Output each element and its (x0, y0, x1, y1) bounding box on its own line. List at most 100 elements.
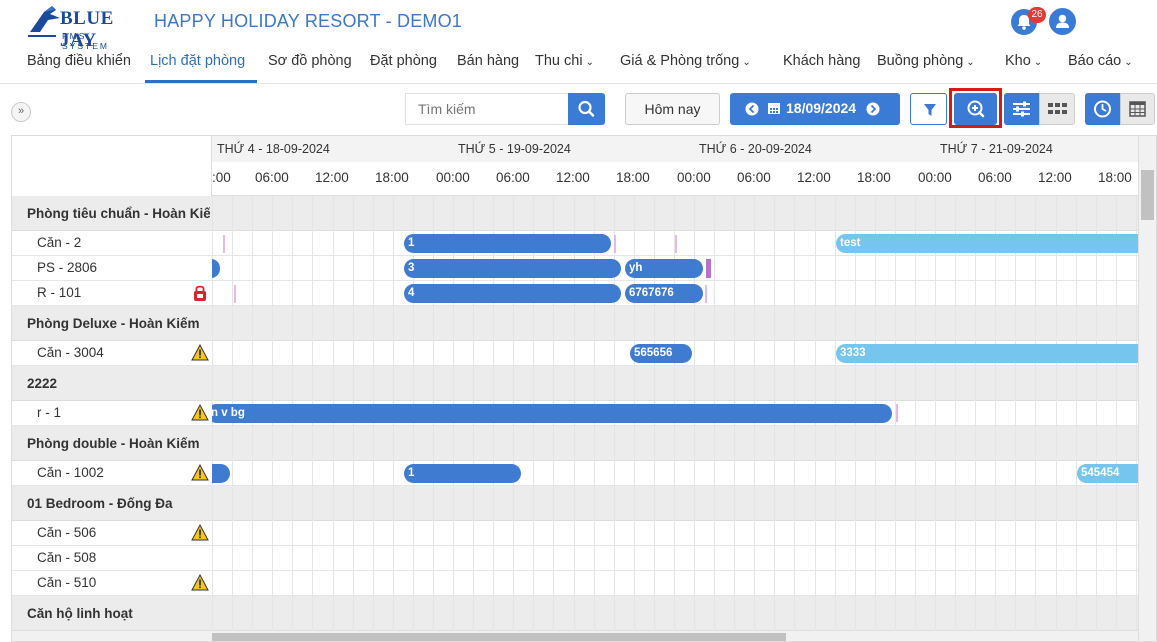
prev-date-icon[interactable] (745, 102, 759, 116)
hour-label: 18:00 (1098, 170, 1132, 185)
warning-icon (191, 524, 209, 541)
date-navigator: 18/09/2024 (730, 93, 900, 125)
room-type-label: Phòng double - Hoàn Kiếm (27, 436, 200, 451)
nav-inventory[interactable]: Kho ⌄ (1005, 53, 1042, 69)
event-marker (234, 285, 236, 303)
grid-line (1015, 196, 1016, 641)
chevron-down-icon: ⌄ (966, 57, 975, 68)
nav-reports[interactable]: Báo cáo ⌄ (1068, 53, 1133, 69)
user-icon (1056, 14, 1069, 28)
room-type-label: Căn hộ linh hoạt (27, 606, 133, 621)
timeline-view-button[interactable] (1085, 93, 1120, 125)
grid-line (975, 196, 976, 641)
day-header: THỨ 7 - 21-09-2024 (935, 136, 1138, 162)
room-label: Căn - 3004 (37, 345, 104, 360)
blue-jay-logo[interactable]: BLUE JAY PMS SYSTEM (26, 2, 131, 51)
room-label: r - 1 (37, 405, 62, 420)
room-label: R - 101 (37, 285, 82, 300)
booking-bar[interactable]: 1 (404, 234, 611, 253)
filter-button[interactable] (910, 93, 947, 125)
day-header: THỨ 4 - 18-09-2024 (212, 136, 453, 162)
today-button[interactable]: Hôm nay (625, 93, 720, 125)
booking-bar[interactable] (212, 259, 220, 278)
blocked-marker (706, 259, 711, 278)
filter-icon (924, 104, 936, 116)
calendar-view-button[interactable] (1120, 93, 1155, 125)
search-icon (578, 100, 595, 117)
hour-label: 12:00 (1038, 170, 1072, 185)
nav-sales[interactable]: Bán hàng (457, 53, 519, 69)
day-header: THỨ 5 - 19-09-2024 (453, 136, 694, 162)
current-date-label[interactable]: 18/09/2024 (786, 100, 856, 116)
zoom-in-button[interactable] (954, 93, 997, 125)
grid-line (915, 196, 916, 641)
booking-bar[interactable]: 1 (404, 464, 521, 483)
booking-bar[interactable]: 3333 (836, 344, 1138, 363)
hour-label: :00 (212, 170, 231, 185)
nav-income-expense[interactable]: Thu chi ⌄ (535, 53, 594, 69)
page-title: HAPPY HOLIDAY RESORT - DEMO1 (154, 11, 463, 31)
booking-bar[interactable]: 4 (404, 284, 621, 303)
calendar-icon (768, 103, 780, 114)
booking-bar[interactable] (212, 464, 230, 483)
hour-label: 12:00 (556, 170, 590, 185)
double-chevron-right-icon: » (17, 105, 25, 117)
next-date-icon[interactable] (866, 102, 880, 116)
lock-icon (194, 285, 206, 301)
booking-bar[interactable]: 565656 (630, 344, 692, 363)
event-marker (705, 285, 707, 303)
room-label: Căn - 506 (37, 525, 97, 540)
booking-calendar-grid: THỨ 4 - 18-09-2024 THỨ 5 - 19-09-2024 TH… (11, 135, 1157, 642)
grid-line (1056, 196, 1057, 641)
vertical-scrollbar[interactable] (1138, 136, 1156, 641)
grid-line (1136, 196, 1137, 641)
booking-bar[interactable]: 6767676 (625, 284, 703, 303)
nav-housekeeping[interactable]: Buồng phòng ⌄ (877, 53, 975, 69)
warning-icon (191, 574, 209, 591)
day-header: THỨ 6 - 20-09-2024 (694, 136, 935, 162)
hour-label: 06:00 (496, 170, 530, 185)
booking-bar[interactable]: 3 (404, 259, 621, 278)
grid-line (995, 196, 996, 641)
nav-booking[interactable]: Đặt phòng (370, 53, 437, 69)
display-settings-button[interactable] (1004, 93, 1039, 125)
booking-bar[interactable]: 545454 (1077, 464, 1138, 483)
hour-label: 00:00 (677, 170, 711, 185)
booking-bar[interactable]: yh (625, 259, 703, 278)
grid-line (1035, 196, 1036, 641)
main-nav: Bảng điều khiển Lịch đặt phòng Sơ đồ phò… (0, 44, 1157, 84)
hour-header-row: :00 06:00 12:00 18:00 00:00 06:00 12:00 … (212, 162, 1138, 196)
search-input[interactable] (405, 93, 569, 125)
event-marker (223, 235, 225, 253)
nav-rates-availability[interactable]: Giá & Phòng trống ⌄ (620, 53, 751, 69)
nav-booking-calendar[interactable]: Lịch đặt phòng (150, 53, 245, 69)
booking-bar[interactable]: test (836, 234, 1138, 253)
grid-view-button[interactable] (1039, 93, 1075, 125)
grid-line (1096, 196, 1097, 641)
active-tab-indicator (145, 80, 257, 83)
event-marker (675, 235, 677, 253)
grid-icon (1048, 103, 1067, 114)
warning-icon (191, 404, 209, 421)
hour-label: 18:00 (616, 170, 650, 185)
booking-bar[interactable]: n v bg (212, 404, 892, 423)
sliders-icon (1013, 101, 1030, 117)
room-type-label: Phòng tiêu chuẩn - Hoàn Kiếm (27, 206, 210, 221)
nav-dashboard[interactable]: Bảng điều khiển (27, 53, 131, 69)
nav-customers[interactable]: Khách hàng (783, 53, 860, 69)
user-avatar-button[interactable] (1049, 8, 1076, 35)
expand-sidebar-button[interactable]: » (11, 102, 31, 122)
event-marker (614, 235, 616, 253)
horizontal-scroll-thumb[interactable] (212, 633, 786, 641)
calendar-grid-icon (1129, 101, 1146, 117)
grid-line (1116, 196, 1117, 641)
chevron-down-icon: ⌄ (1033, 57, 1043, 68)
chevron-down-icon: ⌄ (1124, 57, 1133, 68)
search-button[interactable] (568, 93, 605, 125)
event-marker (896, 404, 898, 422)
vertical-scroll-thumb[interactable] (1141, 170, 1154, 220)
horizontal-scrollbar[interactable] (12, 631, 1138, 641)
zoom-in-icon (967, 100, 985, 118)
notification-badge: 26 (1028, 7, 1046, 23)
nav-room-map[interactable]: Sơ đồ phòng (268, 53, 352, 69)
